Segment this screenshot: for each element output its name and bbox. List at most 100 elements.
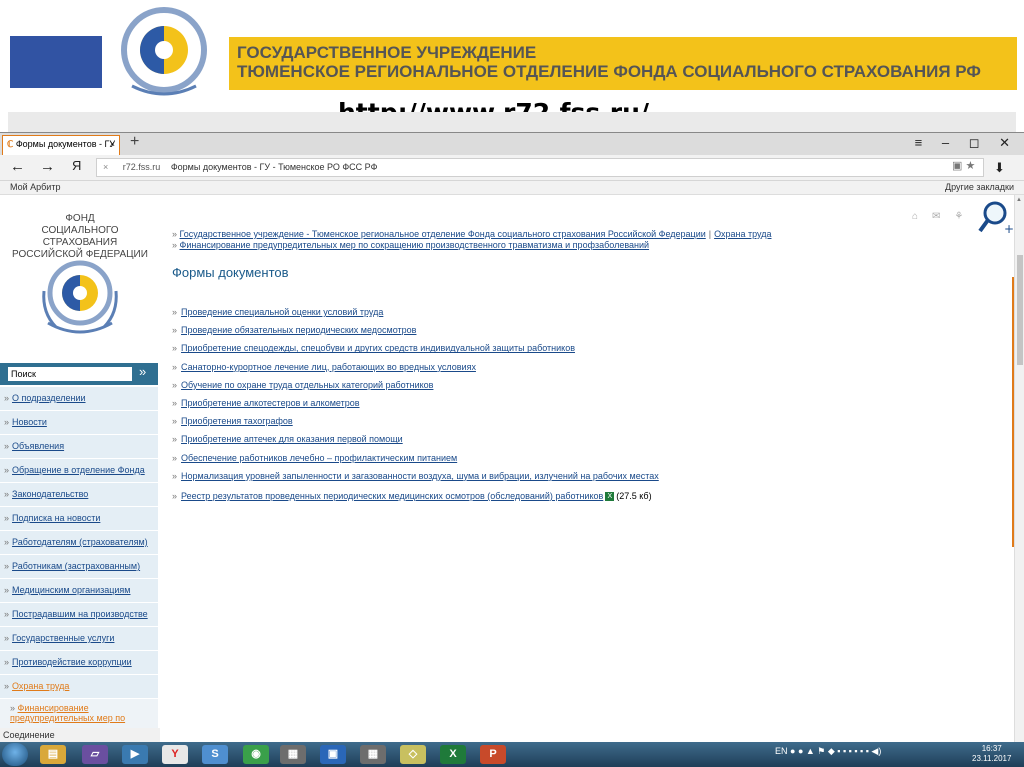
- sidebar-item-legislation[interactable]: » Законодательство: [0, 483, 158, 507]
- page-title: Формы документов: [172, 265, 289, 280]
- skype-icon[interactable]: S: [202, 745, 228, 764]
- download-icon[interactable]: ⬇: [994, 160, 1005, 176]
- sidebar-item-label[interactable]: Работодателям (страхователям): [12, 537, 148, 547]
- list-item[interactable]: » Санаторно-курортное лечение лиц, работа…: [172, 362, 972, 380]
- home-mail-sitemap-icons[interactable]: ⌂✉⚘: [912, 211, 977, 222]
- back-button[interactable]: ←: [10, 158, 25, 175]
- org-name-line-1: ФОНД: [65, 213, 95, 224]
- list-item[interactable]: » Реестр результатов проведенных периодич…: [172, 491, 972, 509]
- document-link[interactable]: Приобретение алкотестеров и алкометров: [181, 398, 360, 408]
- sidebar-item-employers[interactable]: » Работодателям (страхователям): [0, 531, 158, 555]
- sidebar-item-medical[interactable]: » Медицинским организациям: [0, 579, 158, 603]
- document-link[interactable]: Санаторно-курортное лечение лиц, работаю…: [181, 362, 476, 372]
- sidebar-item-anticorruption[interactable]: » Противодействие коррупции: [0, 651, 158, 675]
- sidebar-item-label[interactable]: Медицинским организациям: [12, 585, 130, 595]
- document-app-icon[interactable]: ▦: [280, 745, 306, 764]
- breadcrumb-labor-safety[interactable]: Охрана труда: [714, 229, 771, 239]
- list-item[interactable]: » Приобретение алкотестеров и алкометров: [172, 398, 972, 416]
- breadcrumb-financing[interactable]: Финансирование предупредительных мер по …: [180, 240, 650, 250]
- url-field[interactable]: × r72.fss.ru Формы документов - ГУ - Тюм…: [96, 158, 984, 177]
- document-link[interactable]: Приобретение аптечек для оказания первой…: [181, 434, 403, 444]
- tab-close-icon[interactable]: ×: [110, 139, 115, 149]
- scroll-thumb[interactable]: [1017, 255, 1023, 365]
- yandex-home-button[interactable]: Я: [72, 158, 81, 173]
- breadcrumb-root[interactable]: Государственное учреждение - Тюменское р…: [180, 229, 706, 239]
- list-item[interactable]: » Нормализация уровней запыленности и заг…: [172, 471, 972, 489]
- sidebar-item-label[interactable]: Противодействие коррупции: [12, 657, 132, 667]
- search-area: »: [0, 363, 158, 385]
- registry-link[interactable]: Реестр результатов проведенных периодиче…: [181, 491, 603, 501]
- sidebar-item-label[interactable]: Работникам (застрахованным): [12, 561, 140, 571]
- sidebar-item-injured[interactable]: » Пострадавшим на производстве: [0, 603, 158, 627]
- document-link[interactable]: Приобретение спецодежды, спецобуви и дру…: [181, 343, 575, 353]
- windows-taskbar: ▤ ▱ ▶ Y S ◉ ▦ ▣ ▦ ◇ X P EN ● ● ▲ ⚑ ◆ ▪ ▪…: [0, 742, 1024, 767]
- sidebar-item-about[interactable]: » О подразделении: [0, 387, 158, 411]
- browser-window: ℂ Формы документов - ГУ × + ≡ – ◻ ✕ ← → …: [0, 132, 1024, 743]
- page-scrollbar[interactable]: ▲: [1014, 195, 1024, 743]
- sidebar-item-appeal[interactable]: » Обращение в отделение Фонда: [0, 459, 158, 483]
- sidebar-item-labor-safety[interactable]: » Охрана труда: [0, 675, 158, 699]
- document-link[interactable]: Обеспечение работников лечебно – профила…: [181, 453, 457, 463]
- sidebar-item-subscription[interactable]: » Подписка на новости: [0, 507, 158, 531]
- document-link[interactable]: Приобретения тахографов: [181, 416, 293, 426]
- document-app-2-icon[interactable]: ▦: [360, 745, 386, 764]
- media-player-icon[interactable]: ▶: [122, 745, 148, 764]
- document-link[interactable]: Проведение обязательных периодических ме…: [181, 325, 416, 335]
- green-app-icon[interactable]: ◉: [243, 745, 269, 764]
- sidebar-item-label[interactable]: Обращение в отделение Фонда: [12, 465, 145, 475]
- fss-emblem-icon: [42, 260, 118, 334]
- app-purple-icon[interactable]: ▱: [82, 745, 108, 764]
- start-button[interactable]: [2, 743, 28, 766]
- site-favicon-icon: ℂ: [7, 139, 14, 149]
- document-list: » Проведение специальной оценки условий т…: [172, 307, 972, 509]
- reader-and-bookmark-icons[interactable]: ▣ ★: [952, 159, 975, 172]
- sidebar-item-label[interactable]: Объявления: [12, 441, 64, 451]
- powerpoint-icon[interactable]: P: [480, 745, 506, 764]
- list-item[interactable]: » Приобретения тахографов: [172, 416, 972, 434]
- window-controls[interactable]: ≡ – ◻ ✕: [915, 135, 1018, 151]
- forward-button[interactable]: →: [40, 158, 55, 175]
- zoom-magnifier-icon[interactable]: +: [978, 199, 1014, 235]
- scroll-up-icon[interactable]: ▲: [1016, 197, 1022, 203]
- document-link[interactable]: Обучение по охране труда отдельных катег…: [181, 380, 433, 390]
- sidebar-item-news[interactable]: » Новости: [0, 411, 158, 435]
- system-tray[interactable]: EN ● ● ▲ ⚑ ◆ ▪ ▪ ▪ ▪ ▪ ▪ ◀): [775, 746, 881, 757]
- sidebar-item-label[interactable]: Государственные услуги: [12, 633, 114, 643]
- tab-title: Формы документов - ГУ: [15, 139, 116, 149]
- url-domain: r72.fss.ru: [122, 162, 161, 172]
- clear-url-icon[interactable]: ×: [103, 162, 108, 172]
- tab-forms[interactable]: ℂ Формы документов - ГУ ×: [2, 135, 120, 155]
- sidebar-item-employees[interactable]: » Работникам (застрахованным): [0, 555, 158, 579]
- sidebar-item-label[interactable]: Законодательство: [12, 489, 88, 499]
- list-item[interactable]: » Обучение по охране труда отдельных кате…: [172, 380, 972, 398]
- language-indicator[interactable]: EN: [775, 746, 788, 756]
- remote-desktop-icon[interactable]: ▣: [320, 745, 346, 764]
- sidebar-item-gov-services[interactable]: » Государственные услуги: [0, 627, 158, 651]
- list-item[interactable]: » Обеспечение работников лечебно – профил…: [172, 453, 972, 471]
- list-item[interactable]: » Проведение обязательных периодических м…: [172, 325, 972, 343]
- list-item[interactable]: » Проведение специальной оценки условий т…: [172, 307, 972, 325]
- document-link[interactable]: Нормализация уровней запыленности и зага…: [181, 471, 659, 481]
- sidebar-subitem-label[interactable]: Финансирование предупредительных мер по: [10, 703, 125, 723]
- sidebar-item-announcements[interactable]: » Объявления: [0, 435, 158, 459]
- list-item[interactable]: » Приобретение спецодежды, спецобуви и др…: [172, 343, 972, 361]
- slide-gray-band: [8, 112, 1016, 132]
- new-tab-button[interactable]: +: [130, 133, 139, 151]
- explorer-folder-icon[interactable]: ▤: [40, 745, 66, 764]
- document-link[interactable]: Проведение специальной оценки условий тр…: [181, 307, 383, 317]
- clock[interactable]: 16:37 23.11.2017: [972, 744, 1011, 764]
- excel-icon[interactable]: X: [440, 745, 466, 764]
- sidebar-item-label[interactable]: Охрана труда: [12, 681, 69, 691]
- bookmark-moy-arbitr[interactable]: Мой Арбитр: [10, 182, 60, 192]
- sidebar-item-label[interactable]: Пострадавшим на производстве: [12, 609, 148, 619]
- sidebar-item-label[interactable]: О подразделении: [12, 393, 86, 403]
- image-viewer-icon[interactable]: ◇: [400, 745, 426, 764]
- search-go-button[interactable]: »: [139, 364, 146, 379]
- list-item[interactable]: » Приобретение аптечек для оказания перво…: [172, 434, 972, 452]
- other-bookmarks[interactable]: Другие закладки: [945, 182, 1014, 192]
- sidebar-item-label[interactable]: Подписка на новости: [12, 513, 100, 523]
- url-page-title: Формы документов - ГУ - Тюменское РО ФСС…: [170, 162, 378, 172]
- search-input[interactable]: [8, 367, 132, 381]
- yandex-browser-icon[interactable]: Y: [162, 745, 188, 764]
- sidebar-item-label[interactable]: Новости: [12, 417, 47, 427]
